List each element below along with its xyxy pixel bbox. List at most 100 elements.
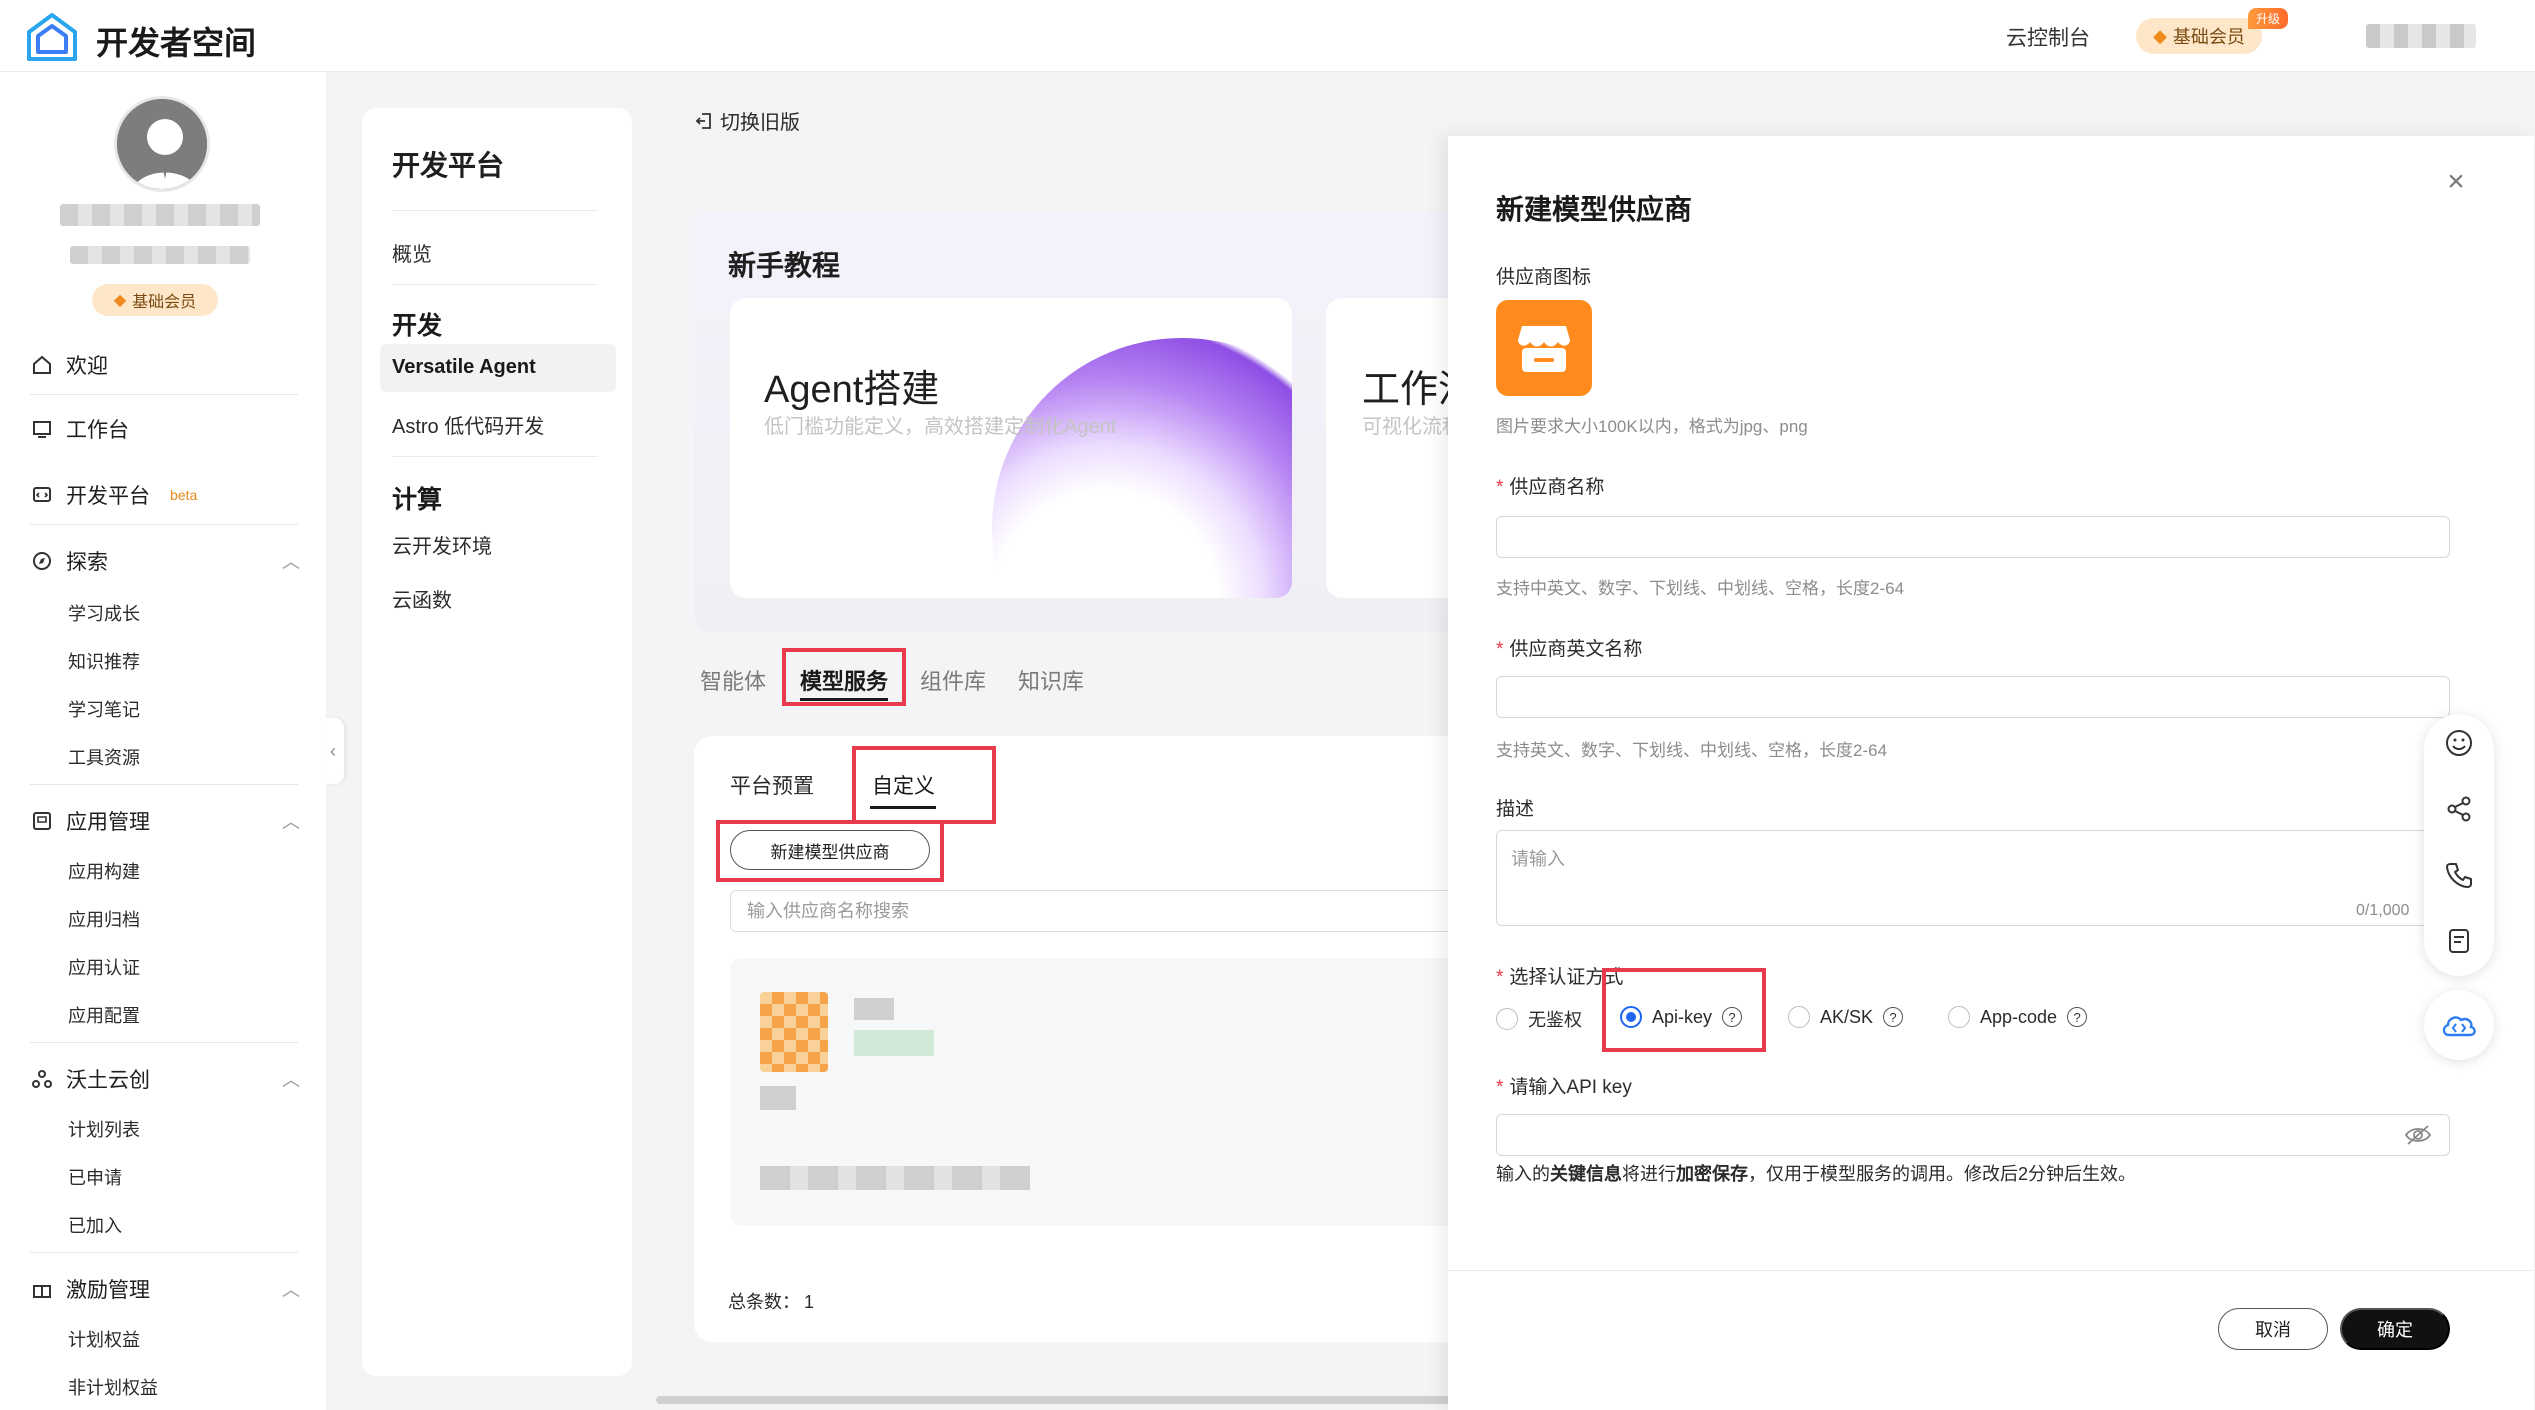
auth-option-aksk[interactable]: AK/SK ? [1788,1006,1904,1028]
supplier-en-name-input[interactable] [1496,676,2450,718]
highlight-box [782,648,906,706]
sidebar-subitem[interactable]: 应用构建 [68,858,140,884]
chevron-left-icon: ‹ [330,740,336,761]
share-icon[interactable] [2442,792,2476,826]
confirm-button[interactable]: 确定 [2340,1308,2450,1350]
supplier-search-input[interactable] [730,890,1510,932]
highlight-box [852,746,996,824]
panel-item-versatile-agent[interactable]: Versatile Agent [392,356,536,379]
sidebar-subitem[interactable]: 已加入 [68,1212,122,1238]
console-link[interactable]: 云控制台 [2006,22,2090,52]
help-icon[interactable]: ? [1883,1007,1904,1027]
store-icon [1518,326,1570,372]
sidebar-subitem[interactable]: 工具资源 [68,744,140,770]
auth-option-appcode[interactable]: App-code ? [1948,1006,2088,1028]
workflow-card-desc: 可视化流程编排 [1362,416,1448,438]
panel-item-astro[interactable]: Astro 低代码开发 [392,410,544,439]
drawer-title: 新建模型供应商 [1496,194,1693,225]
apikey-label: * 请输入API key [1496,1077,1632,1098]
panel-section-dev: 开发 [392,312,443,340]
panel-item-cloud-dev[interactable]: 云开发环境 [392,530,492,559]
sidebar-item-dev-platform[interactable]: 开发平台 beta [30,480,300,510]
blurred-text [760,1166,1030,1190]
radio-button[interactable] [1496,1008,1518,1030]
sidebar-item-incentive[interactable]: 激励管理 ︿ [30,1274,300,1304]
name-hint: 支持中英文、数字、下划线、中划线、空格，长度2-64 [1496,579,1905,598]
sidebar-subitem[interactable]: 知识推荐 [68,648,140,674]
switch-old-version-link[interactable]: 切换旧版 [694,106,800,135]
panel-item-cloud-function[interactable]: 云函数 [392,584,452,613]
panel-item-overview[interactable]: 概览 [392,238,432,267]
upgrade-tag[interactable]: 升级 [2248,8,2289,29]
supplier-item-card[interactable] [730,958,1510,1226]
chevron-up-icon[interactable]: ︿ [282,1276,300,1302]
sidebar-member-badge[interactable]: ◆ 基础会员 [92,284,218,316]
username-blurred [60,204,260,226]
supplier-icon-upload[interactable] [1496,300,1592,396]
avatar[interactable] [114,96,210,192]
highlight-box [716,820,944,882]
apikey-input[interactable] [1496,1114,2450,1156]
close-icon[interactable]: × [2440,165,2472,198]
sidebar-item-label: 应用管理 [66,811,150,834]
new-supplier-drawer [1448,136,2534,1410]
sidebar-item-workbench[interactable]: 工作台 [30,414,300,444]
sidebar-subitem[interactable]: 计划列表 [68,1116,140,1142]
sidebar-subitem[interactable]: 学习成长 [68,600,140,626]
phone-icon[interactable] [2442,858,2476,892]
radio-button[interactable] [1948,1006,1970,1028]
member-label: 基础会员 [2172,27,2245,47]
auth-option-none[interactable]: 无鉴权 [1496,1006,1582,1032]
radio-button[interactable] [1788,1006,1810,1028]
icon-label: 供应商图标 [1496,267,1592,288]
logo-icon[interactable] [26,12,78,62]
supplier-name-input[interactable] [1496,516,2450,558]
sidebar-collapse-handle[interactable]: ‹ [322,718,344,784]
tab-component-library[interactable]: 组件库 [920,664,986,696]
cancel-button[interactable]: 取消 [2218,1308,2328,1350]
panel-title: 开发平台 [392,150,505,181]
agent-card-desc: 低门槛功能定义，高效搭建定制化Agent [764,416,1117,438]
sidebar-subitem[interactable]: 已申请 [68,1164,122,1190]
eye-off-icon[interactable] [2404,1124,2432,1146]
tab-knowledge-base[interactable]: 知识库 [1018,664,1084,696]
subtab-platform-preset[interactable]: 平台预置 [730,770,814,800]
divider [30,1252,298,1253]
chevron-up-icon[interactable]: ︿ [282,1066,300,1092]
sidebar-item-explore[interactable]: 探索 ︿ [30,546,300,576]
divider [30,524,298,525]
member-label: 基础会员 [132,294,197,311]
gift-icon [30,1277,54,1301]
member-badge[interactable]: ◆ 基础会员 [2136,18,2262,54]
sidebar-item-app-management[interactable]: 应用管理 ︿ [30,806,300,836]
cloud-code-button[interactable] [2424,990,2494,1060]
network-icon [30,1067,54,1091]
sidebar-item-welcome[interactable]: 欢迎 [30,350,300,380]
total-count: 总条数： 1 [728,1292,815,1312]
help-icon[interactable]: ? [2067,1007,2088,1027]
tab-agent[interactable]: 智能体 [700,664,766,696]
smile-icon[interactable] [2442,726,2476,760]
sidebar-subitem[interactable]: 计划权益 [68,1326,140,1352]
description-textarea[interactable] [1496,830,2450,926]
code-icon [30,483,54,507]
divider [392,210,598,211]
agent-build-card[interactable] [730,298,1292,598]
sidebar-subitem[interactable]: 应用配置 [68,1002,140,1028]
brand-title: 开发者空间 [96,25,257,61]
divider [30,784,298,785]
sidebar-item-woto[interactable]: 沃土云创 ︿ [30,1064,300,1094]
chevron-up-icon[interactable]: ︿ [282,548,300,574]
highlight-box [1602,968,1766,1052]
sidebar-subitem[interactable]: 应用认证 [68,954,140,980]
sidebar-subitem[interactable]: 非计划权益 [68,1374,158,1400]
note-icon[interactable] [2442,924,2476,958]
sidebar [0,72,326,1410]
desktop-icon [30,417,54,441]
user-info-blurred[interactable] [2366,24,2476,48]
sidebar-subitem[interactable]: 应用归档 [68,906,140,932]
name-label: * 供应商名称 [1496,477,1605,498]
userid-blurred [70,246,250,264]
chevron-up-icon[interactable]: ︿ [282,808,300,834]
sidebar-subitem[interactable]: 学习笔记 [68,696,140,722]
